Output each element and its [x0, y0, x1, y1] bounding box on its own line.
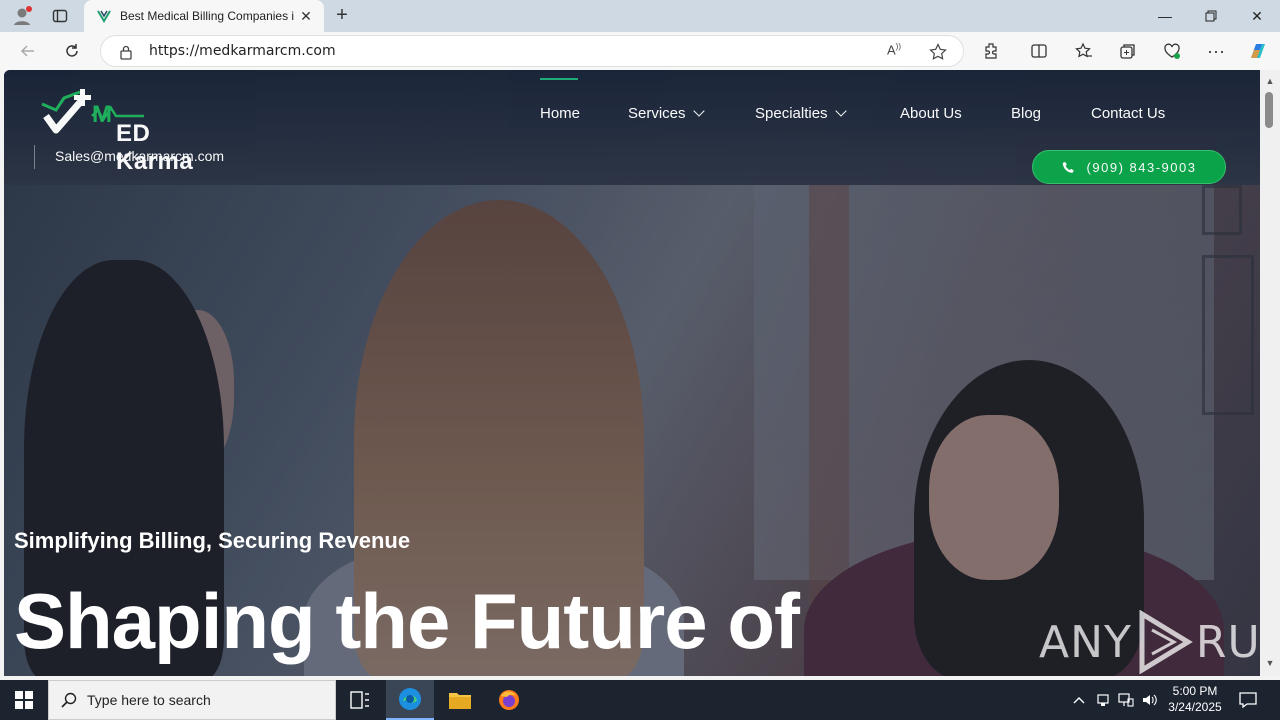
browser-tab[interactable]: Best Medical Billing Companies i ✕	[84, 0, 324, 32]
browser-tab-bar: Best Medical Billing Companies i ✕ + — ✕	[0, 0, 1280, 32]
header-email-link[interactable]: Sales@medkarmarcm.com	[55, 148, 224, 164]
tab-close-icon[interactable]: ✕	[296, 8, 316, 25]
chevron-down-icon	[692, 104, 705, 117]
volume-icon[interactable]	[1140, 680, 1160, 720]
favorites-icon[interactable]	[1070, 37, 1098, 65]
start-button[interactable]	[0, 680, 48, 720]
site-header: M ED Karma Sales@medkarmarcm.com Home Se…	[4, 70, 1260, 185]
site-favicon-icon	[97, 10, 111, 23]
header-divider	[34, 145, 35, 169]
nav-item-blog[interactable]: Blog	[1011, 103, 1041, 123]
close-window-button[interactable]: ✕	[1234, 0, 1280, 32]
restore-button[interactable]	[1188, 0, 1234, 32]
tab-title: Best Medical Billing Companies i	[120, 9, 295, 23]
search-placeholder: Type here to search	[87, 692, 211, 708]
nav-label-services: Services	[628, 104, 686, 122]
phone-icon	[1062, 161, 1074, 173]
nav-label-about: About Us	[900, 104, 962, 122]
hero-subtitle: Simplifying Billing, Securing Revenue	[14, 528, 411, 553]
read-aloud-icon[interactable]: A))	[887, 42, 901, 57]
nav-item-services[interactable]: Services	[628, 103, 705, 123]
notifications-icon[interactable]	[1236, 680, 1260, 720]
call-phone-button[interactable]: (909) 843-9003	[1032, 150, 1226, 184]
site-logo[interactable]: M ED Karma	[34, 86, 234, 175]
profile-icon[interactable]	[8, 4, 36, 28]
scroll-up-icon[interactable]: ▲	[1264, 76, 1276, 88]
watermark-left-text: ANY	[1039, 616, 1132, 668]
split-screen-icon[interactable]	[1025, 37, 1053, 65]
browser-essentials-icon[interactable]	[1158, 37, 1186, 65]
url-text: https://medkarmarcm.com	[149, 43, 336, 59]
copilot-icon[interactable]	[1244, 37, 1272, 65]
windows-logo-icon	[15, 691, 33, 709]
taskbar-firefox[interactable]	[485, 680, 533, 720]
show-hidden-icons[interactable]	[1068, 680, 1090, 720]
anyrun-watermark: ANY RUN	[1039, 610, 1260, 674]
taskbar-edge-app[interactable]	[386, 680, 434, 720]
nav-label-contact: Contact Us	[1091, 104, 1166, 122]
nav-item-home[interactable]: Home	[540, 103, 580, 123]
more-menu-icon[interactable]: ···	[1202, 37, 1230, 65]
nav-label-blog: Blog	[1011, 104, 1042, 122]
taskbar-clock[interactable]: 5:00 PM 3/24/2025	[1160, 683, 1230, 715]
chevron-down-icon	[834, 104, 847, 117]
svg-text:M: M	[92, 101, 112, 128]
firefox-icon	[499, 690, 519, 710]
tab-actions-icon[interactable]	[46, 4, 74, 28]
windows-taskbar: Type here to search 5:00 PM 3/24/2025	[0, 680, 1280, 720]
edge-browser-icon	[399, 688, 421, 710]
lock-icon[interactable]	[119, 44, 133, 60]
nav-item-contact[interactable]: Contact Us	[1091, 103, 1165, 123]
network-icon[interactable]	[1116, 680, 1136, 720]
page-scrollbar[interactable]: ▲ ▼	[1260, 70, 1280, 676]
favorite-star-icon[interactable]	[929, 43, 947, 61]
nav-label-home: Home	[540, 104, 581, 122]
nav-label-specialties: Specialties	[755, 104, 828, 122]
phone-number: (909) 843-9003	[1086, 159, 1197, 175]
chevron-up-icon	[1073, 697, 1085, 704]
watermark-right-text: RUN	[1195, 616, 1260, 668]
collections-icon[interactable]	[1114, 37, 1142, 65]
back-icon[interactable]	[14, 37, 42, 65]
taskbar-file-explorer[interactable]	[436, 680, 484, 720]
web-page: M ED Karma Sales@medkarmarcm.com Home Se…	[4, 70, 1260, 676]
taskbar-search-box[interactable]: Type here to search	[48, 680, 336, 720]
clock-date: 3/24/2025	[1168, 700, 1222, 714]
address-bar[interactable]: https://medkarmarcm.com A))	[100, 35, 964, 67]
task-view-button[interactable]	[336, 680, 384, 720]
search-icon	[61, 692, 77, 708]
usb-device-icon[interactable]	[1093, 680, 1113, 720]
task-view-icon	[350, 691, 369, 709]
extensions-icon[interactable]	[977, 37, 1005, 65]
scroll-down-icon[interactable]: ▼	[1264, 658, 1276, 670]
nav-item-specialties[interactable]: Specialties	[755, 103, 847, 123]
hero-title: Shaping the Future of	[14, 577, 800, 665]
play-logo-icon	[1139, 610, 1193, 674]
nav-item-about[interactable]: About Us	[900, 103, 962, 123]
clock-time: 5:00 PM	[1172, 684, 1218, 698]
address-toolbar: https://medkarmarcm.com A)) ···	[0, 32, 1280, 70]
refresh-icon[interactable]	[58, 37, 86, 65]
scroll-thumb[interactable]	[1265, 92, 1273, 128]
nav-active-indicator	[540, 78, 578, 80]
folder-icon	[449, 693, 471, 709]
new-tab-button[interactable]: +	[330, 4, 354, 28]
minimize-button[interactable]: —	[1142, 0, 1188, 32]
